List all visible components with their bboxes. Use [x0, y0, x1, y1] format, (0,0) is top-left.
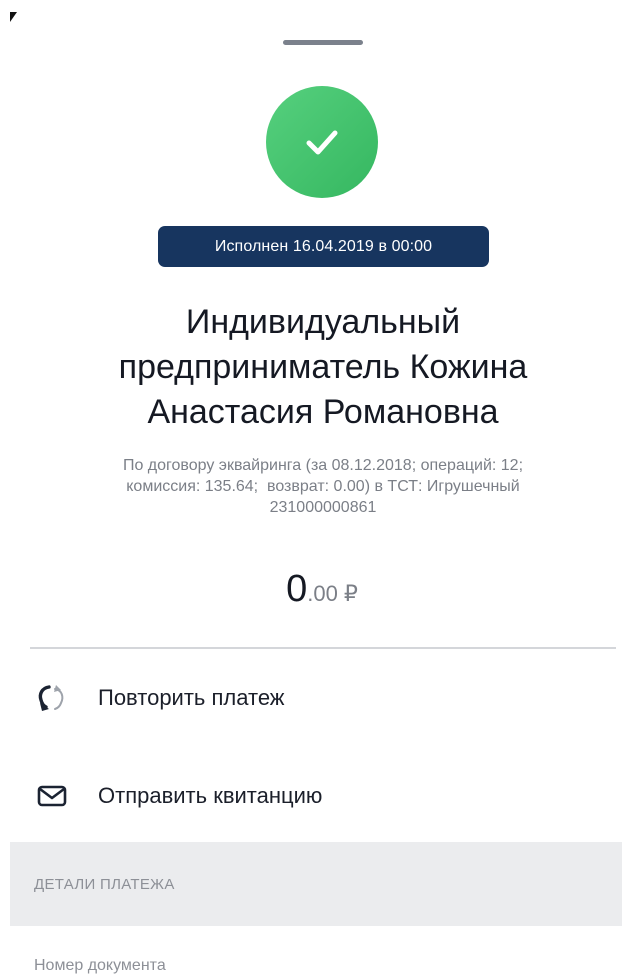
- payment-description-line-2: комиссия: 135.64; возврат: 0.00) в ТСТ: …: [126, 478, 520, 495]
- status-badge-text: Исполнен 16.04.2019 в 00:00: [214, 237, 433, 255]
- repeat-payment-label: Повторить платеж: [98, 685, 285, 710]
- send-receipt-label: Отправить квитанцию: [98, 783, 323, 808]
- recipient-name: Индивидуальный предприниматель Кожина Ан…: [40, 300, 606, 435]
- repeat-payment-button[interactable]: Повторить платеж: [0, 668, 622, 728]
- check-icon: [306, 130, 338, 155]
- recipient-name-line-1: Индивидуальный: [185, 303, 461, 341]
- drag-handle[interactable]: [283, 40, 363, 45]
- envelope-icon: [30, 774, 74, 818]
- amount-integer: 0: [286, 568, 308, 610]
- repeat-icon: [30, 676, 74, 720]
- status-success-circle: [266, 86, 378, 198]
- status-bar-corner-mark: [10, 12, 17, 22]
- payment-description-line-1: По договору эквайринга (за 08.12.2018; о…: [122, 457, 524, 474]
- recipient-name-line-2: предприниматель Кожина: [118, 348, 528, 386]
- payment-description: По договору эквайринга (за 08.12.2018; о…: [54, 455, 592, 518]
- payment-amount: 0.00 ₽: [0, 568, 622, 611]
- status-badge: Исполнен 16.04.2019 в 00:00: [158, 226, 489, 267]
- recipient-name-line-3: Анастасия Романовна: [147, 393, 499, 431]
- payment-details-title: ДЕТАЛИ ПЛАТЕЖА: [34, 876, 175, 893]
- divider: [30, 647, 616, 649]
- amount-fraction-currency: .00 ₽: [307, 581, 358, 606]
- document-number-label: Номер документа: [34, 957, 166, 974]
- payment-details-header: ДЕТАЛИ ПЛАТЕЖА: [10, 842, 622, 926]
- send-receipt-button[interactable]: Отправить квитанцию: [0, 766, 622, 826]
- payment-description-line-3: 231000000861: [269, 499, 377, 516]
